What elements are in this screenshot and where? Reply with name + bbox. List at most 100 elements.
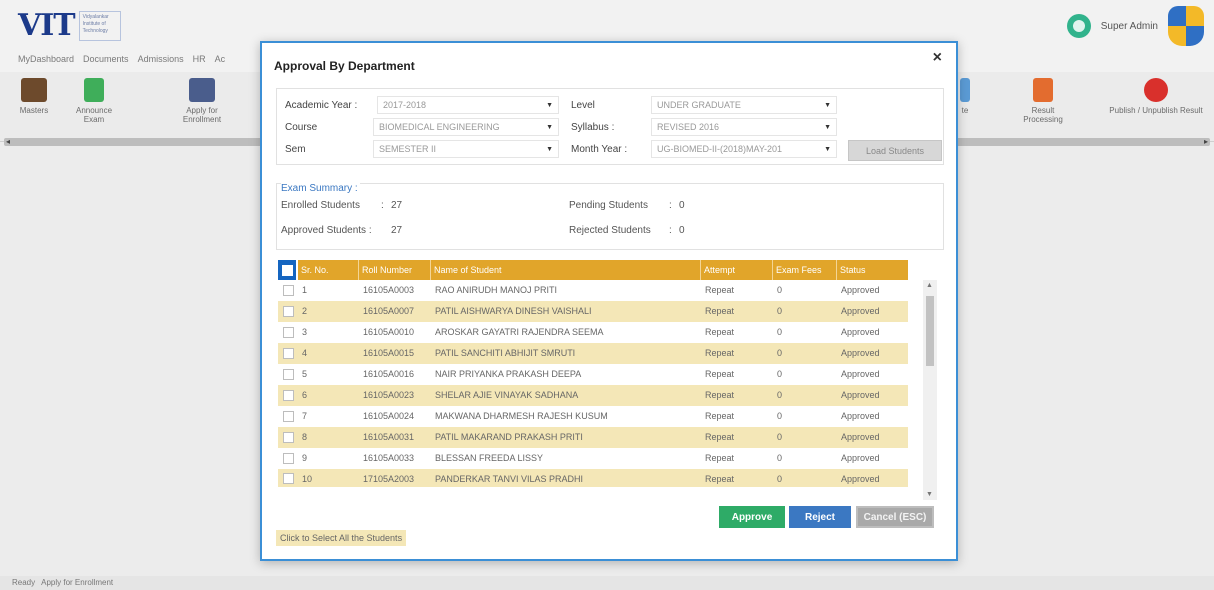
cell-roll: 16105A0024 [363, 411, 415, 421]
row-checkbox[interactable] [278, 385, 298, 406]
table-row[interactable]: 4 16105A0015 PATIL SANCHITI ABHIJIT SMRU… [278, 343, 908, 364]
column-header[interactable]: Status [837, 260, 908, 280]
chevron-down-icon: ▼ [546, 101, 553, 109]
academic-year-value: 2017-2018 [383, 100, 427, 110]
row-checkbox[interactable] [278, 406, 298, 427]
cell-name: MAKWANA DHARMESH RAJESH KUSUM [435, 411, 608, 421]
ribbon-label: Announce Exam [75, 106, 113, 124]
level-label: Level [571, 99, 595, 111]
month-year-select[interactable]: UG-BIOMED-II-(2018)MAY-201 ▼ [651, 140, 837, 158]
row-checkbox[interactable] [278, 364, 298, 385]
cell-fees: 0 [777, 474, 783, 484]
menu-item-academics[interactable]: Ac [215, 54, 226, 64]
course-value: BIOMEDICAL ENGINEERING [379, 122, 500, 132]
cell-roll: 16105A0016 [363, 369, 415, 379]
table-row[interactable]: 10 17105A2003 PANDERKAR TANVI VILAS PRAD… [278, 469, 908, 487]
publish-icon [1144, 78, 1168, 102]
shield-icon [1168, 6, 1204, 46]
sem-row: Sem SEMESTER II ▼ [285, 140, 559, 158]
month-year-label: Month Year : [571, 143, 628, 155]
apply-icon [189, 78, 215, 102]
select-all-checkbox[interactable] [278, 260, 298, 280]
row-checkbox[interactable] [278, 280, 298, 301]
pending-value: 0 [679, 200, 685, 211]
cell-sr: 6 [302, 390, 308, 400]
course-select[interactable]: BIOMEDICAL ENGINEERING ▼ [373, 118, 559, 136]
load-students-button[interactable]: Load Students [848, 140, 942, 161]
scroll-down-icon[interactable]: ▼ [926, 491, 933, 498]
rejected-value: 0 [679, 225, 685, 236]
scroll-up-icon[interactable]: ▲ [926, 282, 933, 289]
result-processing-button[interactable]: Result Processing [1014, 78, 1072, 124]
table-row[interactable]: 2 16105A0007 PATIL AISHWARYA DINESH VAIS… [278, 301, 908, 322]
column-header[interactable]: Attempt [701, 260, 773, 280]
menu-item-documents[interactable]: Documents [83, 54, 129, 64]
column-header[interactable]: Roll Number [359, 260, 431, 280]
cell-attempt: Repeat [705, 474, 735, 484]
cell-attempt: Repeat [705, 390, 735, 400]
logo: VIT Vidyalankar Institute of Technology [18, 8, 121, 43]
chevron-down-icon: ▼ [824, 123, 831, 131]
filter-panel: Academic Year : 2017-2018 ▼ Course BIOME… [276, 88, 944, 165]
row-checkbox[interactable] [278, 448, 298, 469]
user-avatar-icon[interactable] [1066, 14, 1091, 38]
cancel-button[interactable]: Cancel (ESC) [856, 506, 934, 528]
grid-scrollbar[interactable]: ▲ ▼ [923, 280, 937, 500]
cell-sr: 5 [302, 369, 308, 379]
ribbon-partial-button[interactable]: te [958, 78, 972, 115]
status-bar: Ready Apply for Enrollment [0, 576, 1214, 590]
row-checkbox[interactable] [278, 301, 298, 322]
table-row[interactable]: 9 16105A0033 BLESSAN FREEDA LISSY Repeat… [278, 448, 908, 469]
cell-attempt: Repeat [705, 411, 735, 421]
table-row[interactable]: 1 16105A0003 RAO ANIRUDH MANOJ PRITI Rep… [278, 280, 908, 301]
table-row[interactable]: 5 16105A0016 NAIR PRIYANKA PRAKASH DEEPA… [278, 364, 908, 385]
chevron-down-icon: ▼ [546, 123, 553, 131]
menu-item-hr[interactable]: HR [193, 54, 206, 64]
cell-attempt: Repeat [705, 348, 735, 358]
scroll-left-icon[interactable]: ◂ [6, 137, 10, 146]
academic-year-select[interactable]: 2017-2018 ▼ [377, 96, 559, 114]
table-row[interactable]: 8 16105A0031 PATIL MAKARAND PRAKASH PRIT… [278, 427, 908, 448]
column-header[interactable]: Sr. No. [298, 260, 359, 280]
approve-button[interactable]: Approve [719, 506, 785, 528]
cell-name: NAIR PRIYANKA PRAKASH DEEPA [435, 369, 582, 379]
cell-fees: 0 [777, 453, 783, 463]
cell-attempt: Repeat [705, 369, 735, 379]
cell-name: PATIL MAKARAND PRAKASH PRITI [435, 432, 583, 442]
course-label: Course [285, 121, 318, 133]
menu-item-admissions[interactable]: Admissions [138, 54, 184, 64]
masters-button[interactable]: Masters [14, 78, 54, 115]
row-checkbox[interactable] [278, 469, 298, 487]
user-area: Super Admin [1066, 6, 1204, 46]
table-row[interactable]: 6 16105A0023 SHELAR AJIE VINAYAK SADHANA… [278, 385, 908, 406]
cell-fees: 0 [777, 327, 783, 337]
syllabus-value: REVISED 2016 [657, 122, 720, 132]
scrollbar-thumb[interactable] [926, 296, 934, 366]
apply-enrollment-button[interactable]: Apply for Enrollment [176, 78, 228, 124]
row-checkbox[interactable] [278, 322, 298, 343]
level-select[interactable]: UNDER GRADUATE ▼ [651, 96, 837, 114]
sem-select[interactable]: SEMESTER II ▼ [373, 140, 559, 158]
cell-status: Approved [841, 432, 880, 442]
cell-fees: 0 [777, 369, 783, 379]
rejected-label: Rejected Students [569, 225, 651, 236]
select-all-hint[interactable]: Click to Select All the Students [276, 530, 407, 546]
reject-button[interactable]: Reject [789, 506, 851, 528]
row-checkbox[interactable] [278, 343, 298, 364]
table-row[interactable]: 7 16105A0024 MAKWANA DHARMESH RAJESH KUS… [278, 406, 908, 427]
table-row[interactable]: 3 16105A0010 AROSKAR GAYATRI RAJENDRA SE… [278, 322, 908, 343]
column-header[interactable]: Name of Student [431, 260, 701, 280]
syllabus-row: Syllabus : REVISED 2016 ▼ [571, 118, 837, 136]
syllabus-select[interactable]: REVISED 2016 ▼ [651, 118, 837, 136]
grid-header: Sr. No. Roll Number Name of Student Atte… [278, 260, 908, 280]
column-header[interactable]: Exam Fees [773, 260, 837, 280]
row-checkbox[interactable] [278, 427, 298, 448]
cell-status: Approved [841, 369, 880, 379]
close-icon[interactable]: × [933, 49, 942, 67]
scroll-right-icon[interactable]: ▸ [1204, 137, 1208, 146]
announce-exam-button[interactable]: Announce Exam [72, 78, 116, 124]
user-name[interactable]: Super Admin [1101, 21, 1158, 32]
menu-item-dashboard[interactable]: MyDashboard [18, 54, 74, 64]
publish-result-button[interactable]: Publish / Unpublish Result [1108, 78, 1204, 115]
cell-status: Approved [841, 348, 880, 358]
